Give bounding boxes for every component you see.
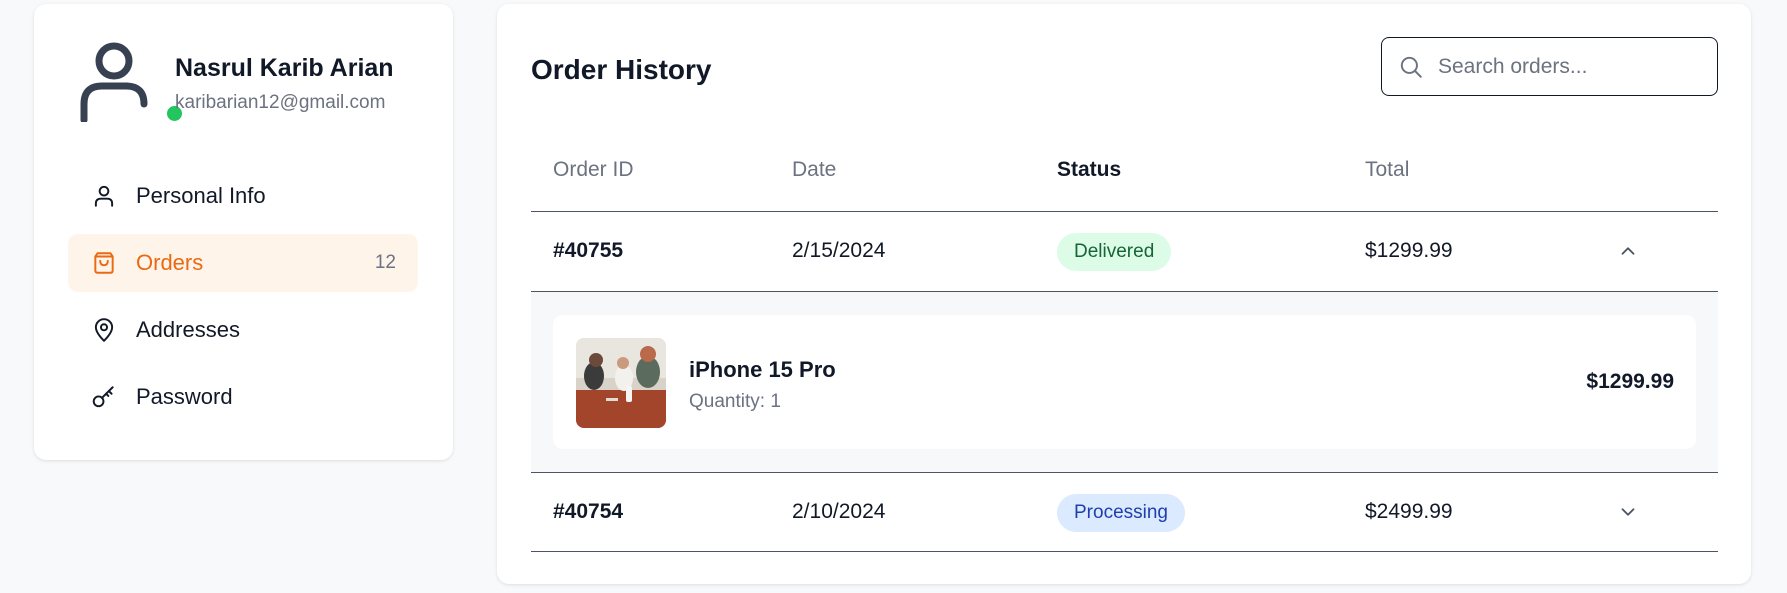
profile-header: Nasrul Karib Arian karibarian12@gmail.co… (34, 4, 453, 144)
chevron-up-icon[interactable] (1617, 240, 1639, 262)
order-total: $2499.99 (1365, 500, 1453, 523)
key-icon (90, 383, 118, 411)
sidebar-item-orders[interactable]: Orders 12 (68, 234, 418, 292)
column-header-total: Total (1365, 158, 1410, 181)
sidebar-item-personal-info[interactable]: Personal Info (68, 167, 418, 225)
sidebar-item-label: Personal Info (136, 183, 266, 208)
order-item: iPhone 15 Pro Quantity: 1 $1299.99 (553, 315, 1696, 449)
user-name: Nasrul Karib Arian (175, 54, 394, 82)
order-date: 2/15/2024 (792, 239, 886, 262)
shopping-bag-icon (90, 249, 118, 277)
search-box[interactable] (1381, 37, 1718, 96)
status-badge: Delivered (1057, 233, 1172, 271)
search-input[interactable] (1438, 54, 1698, 79)
order-id: #40755 (553, 239, 624, 262)
product-quantity: Quantity: 1 (689, 391, 781, 412)
product-price: $1299.99 (1586, 370, 1674, 393)
table-header: Order ID Date Status Total (531, 130, 1718, 212)
sidebar-item-label: Orders (136, 250, 204, 275)
user-avatar-icon (80, 42, 148, 122)
sidebar-item-password[interactable]: Password (68, 368, 418, 426)
column-header-date: Date (792, 158, 837, 181)
orders-table: Order ID Date Status Total #40755 2/15/2… (531, 130, 1718, 552)
page-title: Order History (531, 54, 712, 85)
status-badge: Processing (1057, 494, 1185, 532)
table-row[interactable]: #40754 2/10/2024 Processing $2499.99 (531, 472, 1718, 552)
sidebar-nav: Personal Info Orders 12 Addresses Passwo… (68, 167, 418, 435)
order-id: #40754 (553, 500, 624, 523)
user-email: karibarian12@gmail.com (175, 92, 386, 113)
sidebar-item-addresses[interactable]: Addresses (68, 301, 418, 359)
order-details-panel: iPhone 15 Pro Quantity: 1 $1299.99 (531, 292, 1718, 472)
map-pin-icon (90, 316, 118, 344)
account-sidebar: Nasrul Karib Arian karibarian12@gmail.co… (34, 4, 453, 460)
sidebar-item-label: Password (136, 384, 233, 409)
column-header-status[interactable]: Status (1057, 158, 1121, 182)
table-row[interactable]: #40755 2/15/2024 Delivered $1299.99 (531, 212, 1718, 292)
order-history-panel: Order History Order ID Date Status Total… (497, 4, 1751, 584)
product-name: iPhone 15 Pro (689, 357, 836, 382)
user-icon (90, 182, 118, 210)
product-thumbnail (576, 338, 666, 428)
column-header-order-id: Order ID (553, 158, 634, 181)
sidebar-item-label: Addresses (136, 317, 240, 342)
chevron-down-icon[interactable] (1617, 501, 1639, 523)
order-date: 2/10/2024 (792, 500, 886, 523)
account-page: Nasrul Karib Arian karibarian12@gmail.co… (0, 0, 1787, 593)
order-total: $1299.99 (1365, 239, 1453, 262)
orders-count-badge: 12 (374, 252, 396, 273)
search-icon (1398, 54, 1424, 80)
